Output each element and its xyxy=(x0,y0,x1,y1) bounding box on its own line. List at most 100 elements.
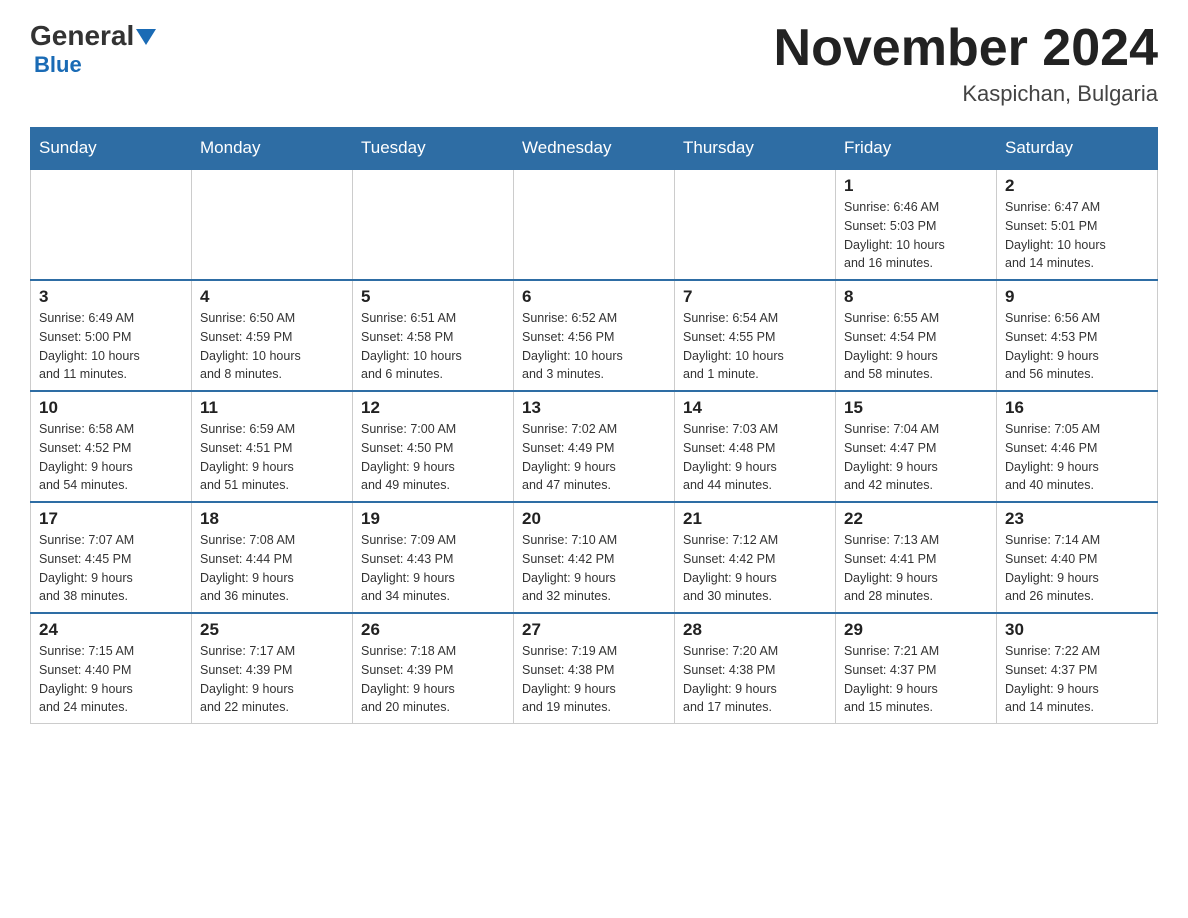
calendar-cell: 28Sunrise: 7:20 AM Sunset: 4:38 PM Dayli… xyxy=(675,613,836,724)
calendar-cell: 14Sunrise: 7:03 AM Sunset: 4:48 PM Dayli… xyxy=(675,391,836,502)
day-number: 1 xyxy=(844,176,988,196)
day-info: Sunrise: 6:54 AM Sunset: 4:55 PM Dayligh… xyxy=(683,309,827,384)
day-info: Sunrise: 6:56 AM Sunset: 4:53 PM Dayligh… xyxy=(1005,309,1149,384)
calendar-table: SundayMondayTuesdayWednesdayThursdayFrid… xyxy=(30,127,1158,724)
calendar-cell xyxy=(514,169,675,280)
day-number: 5 xyxy=(361,287,505,307)
day-info: Sunrise: 6:49 AM Sunset: 5:00 PM Dayligh… xyxy=(39,309,183,384)
calendar-cell: 19Sunrise: 7:09 AM Sunset: 4:43 PM Dayli… xyxy=(353,502,514,613)
day-number: 7 xyxy=(683,287,827,307)
calendar-cell: 5Sunrise: 6:51 AM Sunset: 4:58 PM Daylig… xyxy=(353,280,514,391)
day-number: 21 xyxy=(683,509,827,529)
calendar-cell xyxy=(353,169,514,280)
calendar-cell: 25Sunrise: 7:17 AM Sunset: 4:39 PM Dayli… xyxy=(192,613,353,724)
calendar-cell: 16Sunrise: 7:05 AM Sunset: 4:46 PM Dayli… xyxy=(997,391,1158,502)
day-info: Sunrise: 6:47 AM Sunset: 5:01 PM Dayligh… xyxy=(1005,198,1149,273)
calendar-cell xyxy=(192,169,353,280)
day-number: 22 xyxy=(844,509,988,529)
day-number: 20 xyxy=(522,509,666,529)
day-info: Sunrise: 6:50 AM Sunset: 4:59 PM Dayligh… xyxy=(200,309,344,384)
weekday-header-friday: Friday xyxy=(836,128,997,170)
day-info: Sunrise: 7:22 AM Sunset: 4:37 PM Dayligh… xyxy=(1005,642,1149,717)
day-info: Sunrise: 7:00 AM Sunset: 4:50 PM Dayligh… xyxy=(361,420,505,495)
calendar-cell: 20Sunrise: 7:10 AM Sunset: 4:42 PM Dayli… xyxy=(514,502,675,613)
calendar-cell: 18Sunrise: 7:08 AM Sunset: 4:44 PM Dayli… xyxy=(192,502,353,613)
calendar-cell: 23Sunrise: 7:14 AM Sunset: 4:40 PM Dayli… xyxy=(997,502,1158,613)
calendar-cell: 24Sunrise: 7:15 AM Sunset: 4:40 PM Dayli… xyxy=(31,613,192,724)
day-info: Sunrise: 7:10 AM Sunset: 4:42 PM Dayligh… xyxy=(522,531,666,606)
calendar-cell: 6Sunrise: 6:52 AM Sunset: 4:56 PM Daylig… xyxy=(514,280,675,391)
day-info: Sunrise: 7:18 AM Sunset: 4:39 PM Dayligh… xyxy=(361,642,505,717)
calendar-cell: 7Sunrise: 6:54 AM Sunset: 4:55 PM Daylig… xyxy=(675,280,836,391)
day-info: Sunrise: 7:03 AM Sunset: 4:48 PM Dayligh… xyxy=(683,420,827,495)
day-number: 17 xyxy=(39,509,183,529)
calendar-cell xyxy=(675,169,836,280)
day-info: Sunrise: 6:52 AM Sunset: 4:56 PM Dayligh… xyxy=(522,309,666,384)
day-number: 18 xyxy=(200,509,344,529)
calendar-cell: 9Sunrise: 6:56 AM Sunset: 4:53 PM Daylig… xyxy=(997,280,1158,391)
logo-triangle-icon xyxy=(136,29,156,45)
calendar-cell: 17Sunrise: 7:07 AM Sunset: 4:45 PM Dayli… xyxy=(31,502,192,613)
calendar-week-3: 10Sunrise: 6:58 AM Sunset: 4:52 PM Dayli… xyxy=(31,391,1158,502)
calendar-cell: 4Sunrise: 6:50 AM Sunset: 4:59 PM Daylig… xyxy=(192,280,353,391)
calendar-week-1: 1Sunrise: 6:46 AM Sunset: 5:03 PM Daylig… xyxy=(31,169,1158,280)
calendar-cell: 12Sunrise: 7:00 AM Sunset: 4:50 PM Dayli… xyxy=(353,391,514,502)
month-title: November 2024 xyxy=(774,20,1158,77)
weekday-header-sunday: Sunday xyxy=(31,128,192,170)
calendar-cell: 2Sunrise: 6:47 AM Sunset: 5:01 PM Daylig… xyxy=(997,169,1158,280)
day-number: 6 xyxy=(522,287,666,307)
calendar-week-4: 17Sunrise: 7:07 AM Sunset: 4:45 PM Dayli… xyxy=(31,502,1158,613)
calendar-cell: 3Sunrise: 6:49 AM Sunset: 5:00 PM Daylig… xyxy=(31,280,192,391)
calendar-cell: 30Sunrise: 7:22 AM Sunset: 4:37 PM Dayli… xyxy=(997,613,1158,724)
weekday-header-row: SundayMondayTuesdayWednesdayThursdayFrid… xyxy=(31,128,1158,170)
calendar-cell: 29Sunrise: 7:21 AM Sunset: 4:37 PM Dayli… xyxy=(836,613,997,724)
calendar-cell: 1Sunrise: 6:46 AM Sunset: 5:03 PM Daylig… xyxy=(836,169,997,280)
location-subtitle: Kaspichan, Bulgaria xyxy=(774,81,1158,107)
calendar-cell: 22Sunrise: 7:13 AM Sunset: 4:41 PM Dayli… xyxy=(836,502,997,613)
day-info: Sunrise: 6:59 AM Sunset: 4:51 PM Dayligh… xyxy=(200,420,344,495)
day-number: 16 xyxy=(1005,398,1149,418)
calendar-cell: 26Sunrise: 7:18 AM Sunset: 4:39 PM Dayli… xyxy=(353,613,514,724)
day-number: 23 xyxy=(1005,509,1149,529)
day-number: 11 xyxy=(200,398,344,418)
page-header: General Blue November 2024 Kaspichan, Bu… xyxy=(30,20,1158,107)
day-info: Sunrise: 6:51 AM Sunset: 4:58 PM Dayligh… xyxy=(361,309,505,384)
day-info: Sunrise: 6:55 AM Sunset: 4:54 PM Dayligh… xyxy=(844,309,988,384)
weekday-header-saturday: Saturday xyxy=(997,128,1158,170)
weekday-header-thursday: Thursday xyxy=(675,128,836,170)
day-number: 19 xyxy=(361,509,505,529)
weekday-header-wednesday: Wednesday xyxy=(514,128,675,170)
day-info: Sunrise: 6:58 AM Sunset: 4:52 PM Dayligh… xyxy=(39,420,183,495)
logo-blue-text: Blue xyxy=(34,52,82,78)
day-info: Sunrise: 7:13 AM Sunset: 4:41 PM Dayligh… xyxy=(844,531,988,606)
day-info: Sunrise: 7:09 AM Sunset: 4:43 PM Dayligh… xyxy=(361,531,505,606)
day-info: Sunrise: 7:21 AM Sunset: 4:37 PM Dayligh… xyxy=(844,642,988,717)
calendar-cell: 27Sunrise: 7:19 AM Sunset: 4:38 PM Dayli… xyxy=(514,613,675,724)
logo: General Blue xyxy=(30,20,156,78)
day-info: Sunrise: 7:02 AM Sunset: 4:49 PM Dayligh… xyxy=(522,420,666,495)
day-number: 12 xyxy=(361,398,505,418)
calendar-cell: 8Sunrise: 6:55 AM Sunset: 4:54 PM Daylig… xyxy=(836,280,997,391)
day-info: Sunrise: 6:46 AM Sunset: 5:03 PM Dayligh… xyxy=(844,198,988,273)
day-info: Sunrise: 7:19 AM Sunset: 4:38 PM Dayligh… xyxy=(522,642,666,717)
day-number: 2 xyxy=(1005,176,1149,196)
day-info: Sunrise: 7:05 AM Sunset: 4:46 PM Dayligh… xyxy=(1005,420,1149,495)
day-info: Sunrise: 7:15 AM Sunset: 4:40 PM Dayligh… xyxy=(39,642,183,717)
day-info: Sunrise: 7:07 AM Sunset: 4:45 PM Dayligh… xyxy=(39,531,183,606)
calendar-week-5: 24Sunrise: 7:15 AM Sunset: 4:40 PM Dayli… xyxy=(31,613,1158,724)
day-info: Sunrise: 7:12 AM Sunset: 4:42 PM Dayligh… xyxy=(683,531,827,606)
day-info: Sunrise: 7:04 AM Sunset: 4:47 PM Dayligh… xyxy=(844,420,988,495)
weekday-header-monday: Monday xyxy=(192,128,353,170)
day-info: Sunrise: 7:14 AM Sunset: 4:40 PM Dayligh… xyxy=(1005,531,1149,606)
day-number: 14 xyxy=(683,398,827,418)
day-info: Sunrise: 7:17 AM Sunset: 4:39 PM Dayligh… xyxy=(200,642,344,717)
day-number: 8 xyxy=(844,287,988,307)
day-info: Sunrise: 7:08 AM Sunset: 4:44 PM Dayligh… xyxy=(200,531,344,606)
day-number: 13 xyxy=(522,398,666,418)
logo-general-text: General xyxy=(30,20,134,52)
day-number: 24 xyxy=(39,620,183,640)
title-block: November 2024 Kaspichan, Bulgaria xyxy=(774,20,1158,107)
day-number: 9 xyxy=(1005,287,1149,307)
day-number: 15 xyxy=(844,398,988,418)
weekday-header-tuesday: Tuesday xyxy=(353,128,514,170)
